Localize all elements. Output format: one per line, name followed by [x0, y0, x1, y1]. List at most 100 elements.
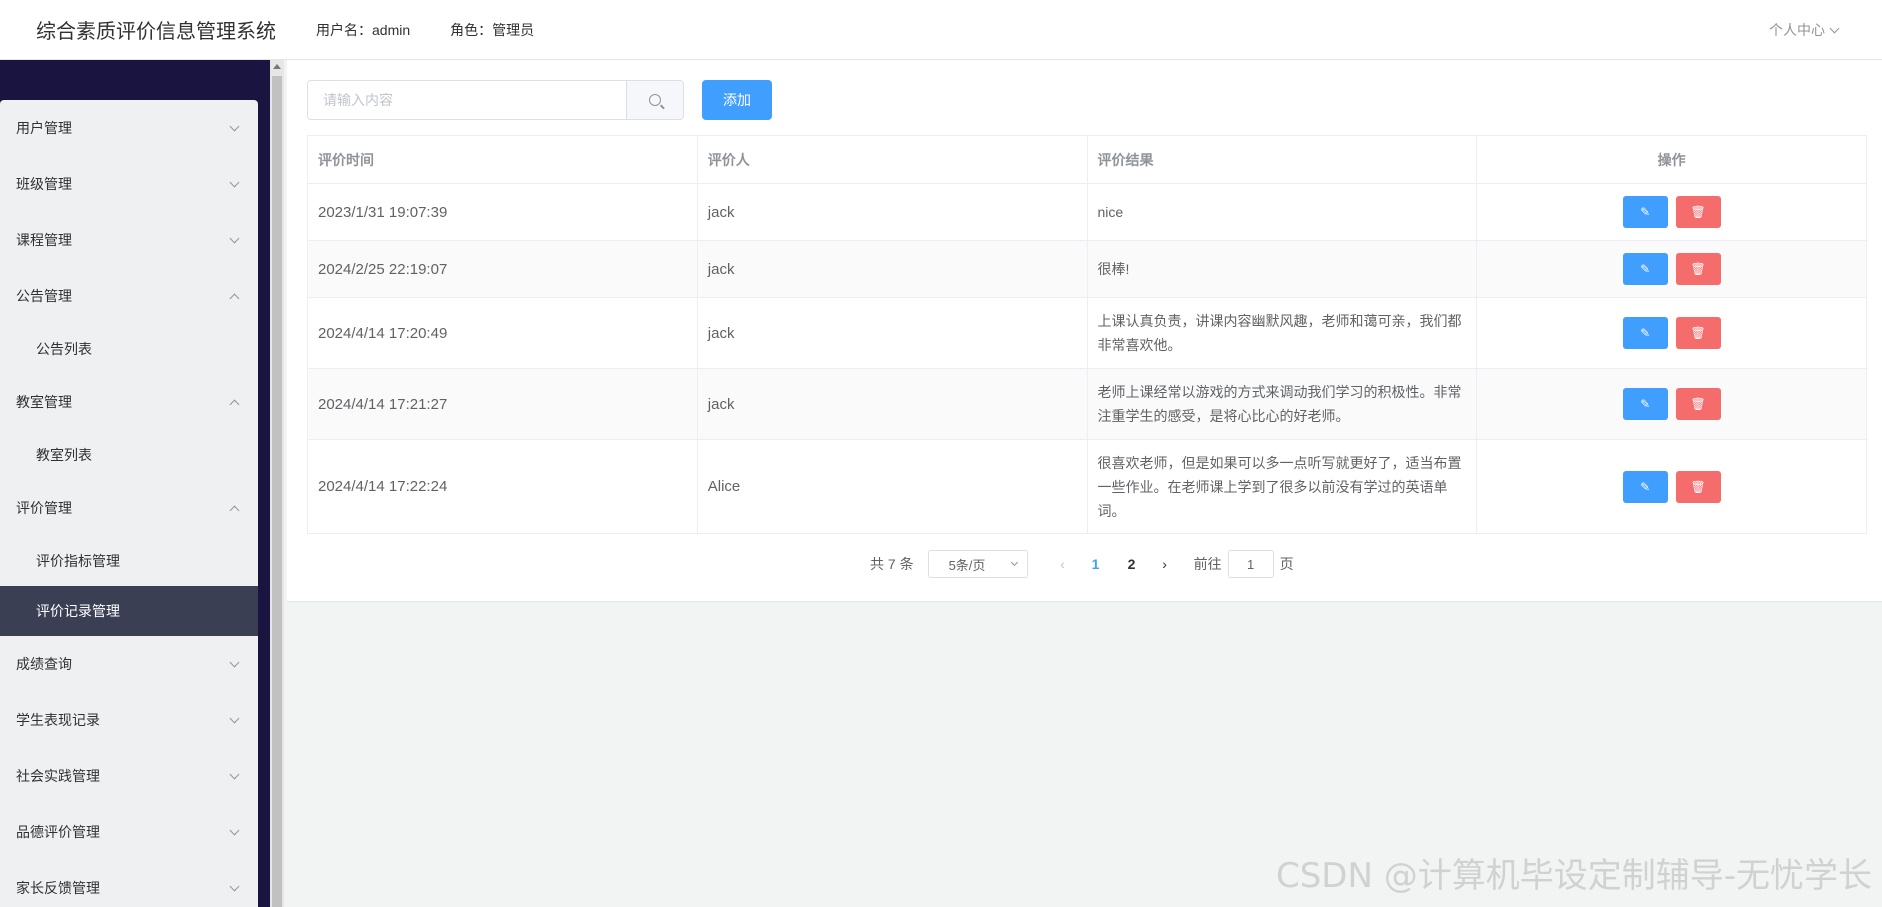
trash-icon: 🗑	[1690, 205, 1706, 219]
delete-button[interactable]: 🗑	[1675, 317, 1721, 349]
page-number[interactable]: 1	[1078, 556, 1114, 572]
chevron-down-icon	[229, 233, 240, 243]
chevron-up-icon	[229, 505, 240, 515]
goto-label: 前往	[1193, 556, 1222, 572]
table-row: 2024/4/14 17:20:49 jack 上课认真负责，讲课内容幽默风趣，…	[307, 297, 1867, 369]
watermark-text: CSDN @计算机毕设定制辅导-无忧学长	[1275, 856, 1872, 896]
trash-icon: 🗑	[1690, 479, 1706, 494]
column-header-evaluator[interactable]: 评价人	[696, 135, 1088, 184]
sidebar-item-class-management[interactable]: 班级管理	[0, 156, 258, 212]
edit-icon: ✎	[1640, 326, 1651, 340]
sidebar-item-social-practice[interactable]: 社会实践管理	[0, 748, 258, 804]
prev-page-button[interactable]: ‹	[1048, 556, 1078, 572]
sidebar-item-user-management[interactable]: 用户管理	[0, 100, 258, 156]
sidebar-item-label: 社会实践管理	[16, 768, 100, 784]
column-header-actions: 操作	[1476, 135, 1867, 184]
sidebar-item-moral-evaluation[interactable]: 品德评价管理	[0, 804, 258, 860]
edit-button[interactable]: ✎	[1622, 196, 1668, 228]
edit-button[interactable]: ✎	[1622, 253, 1668, 285]
cell-actions: ✎ 🗑	[1476, 368, 1867, 440]
sidebar-item-label: 评价指标管理	[36, 553, 120, 569]
sidebar-item-classroom-management[interactable]: 教室管理	[0, 374, 258, 430]
cell-evaluator: Alice	[696, 439, 1088, 534]
chevron-down-icon	[229, 769, 240, 779]
personal-center-menu[interactable]: 个人中心	[1769, 20, 1840, 40]
delete-button[interactable]: 🗑	[1675, 388, 1721, 420]
add-button[interactable]: 添加	[702, 80, 772, 120]
sidebar-item-student-performance[interactable]: 学生表现记录	[0, 692, 258, 748]
sidebar-item-label: 课程管理	[16, 232, 72, 248]
page-suffix-label: 页	[1279, 556, 1294, 572]
chevron-down-icon	[229, 657, 240, 667]
top-header: 综合素质评价信息管理系统 用户名：admin 角色：管理员 个人中心	[0, 0, 1882, 60]
delete-button[interactable]: 🗑	[1675, 196, 1721, 228]
sidebar-menu: 用户管理 班级管理 课程管理 公告管理 公告列表 教室管理 教室列表 评价管理 …	[0, 100, 258, 907]
next-page-button[interactable]: ›	[1150, 556, 1180, 572]
sidebar-item-course-management[interactable]: 课程管理	[0, 212, 258, 268]
sidebar-item-label: 公告列表	[36, 341, 92, 357]
page-size-value: 5条/页	[948, 557, 986, 573]
cell-actions: ✎ 🗑	[1476, 240, 1867, 298]
edit-icon: ✎	[1640, 479, 1651, 494]
search-icon	[649, 94, 661, 106]
edit-icon: ✎	[1640, 205, 1651, 219]
scroll-up-arrow-icon[interactable]	[273, 64, 281, 69]
sidebar-subitem-classroom-list[interactable]: 教室列表	[0, 430, 258, 480]
cell-time: 2024/4/14 17:20:49	[307, 297, 698, 369]
sidebar-item-label: 家长反馈管理	[16, 880, 100, 896]
sidebar-item-parent-feedback[interactable]: 家长反馈管理	[0, 860, 258, 907]
personal-center-label: 个人中心	[1769, 22, 1825, 38]
trash-icon: 🗑	[1690, 397, 1706, 411]
page-number[interactable]: 2	[1114, 556, 1150, 572]
trash-icon: 🗑	[1690, 262, 1706, 276]
chevron-down-icon	[229, 825, 240, 835]
column-header-result[interactable]: 评价结果	[1086, 135, 1478, 184]
search-box	[307, 80, 684, 120]
search-input[interactable]	[308, 81, 626, 119]
cell-evaluator: jack	[696, 183, 1088, 241]
sidebar-item-label: 成绩查询	[16, 656, 72, 672]
table-row: 2024/4/14 17:21:27 jack 老师上课经常以游戏的方式来调动我…	[307, 368, 1867, 440]
trash-icon: 🗑	[1690, 326, 1706, 340]
edit-button[interactable]: ✎	[1622, 388, 1668, 420]
cell-result: 老师上课经常以游戏的方式来调动我们学习的积极性。非常注重学生的感受，是将心比心的…	[1086, 368, 1478, 440]
delete-button[interactable]: 🗑	[1675, 253, 1721, 285]
column-header-time[interactable]: 评价时间	[307, 135, 698, 184]
search-button[interactable]	[626, 81, 683, 119]
sidebar-item-label: 品德评价管理	[16, 824, 100, 840]
table-row: 2023/1/31 19:07:39 jack nice ✎ 🗑	[307, 183, 1867, 241]
cell-time: 2023/1/31 19:07:39	[307, 183, 698, 241]
sidebar-subitem-notice-list[interactable]: 公告列表	[0, 324, 258, 374]
cell-evaluator: jack	[696, 297, 1088, 369]
edit-icon: ✎	[1640, 262, 1651, 276]
cell-result: 上课认真负责，讲课内容幽默风趣，老师和蔼可亲，我们都非常喜欢他。	[1086, 297, 1478, 369]
cell-evaluator: jack	[696, 368, 1088, 440]
username-label: 用户名：admin	[316, 21, 411, 38]
sidebar-item-score-query[interactable]: 成绩查询	[0, 636, 258, 692]
sidebar-scrollbar[interactable]	[270, 60, 284, 907]
cell-time: 2024/4/14 17:21:27	[307, 368, 698, 440]
sidebar-subitem-evaluation-records[interactable]: 评价记录管理	[0, 586, 258, 636]
sidebar-item-label: 公告管理	[16, 288, 72, 304]
sidebar-item-label: 评价管理	[16, 500, 72, 516]
edit-button[interactable]: ✎	[1622, 470, 1668, 503]
pagination: 共 7 条 5条/页 ‹ 1 2 › 前往 页	[870, 550, 1294, 578]
content-card: 添加 评价时间 评价人 评价结果 操作 2023/1/31 19:07:39 j…	[287, 60, 1882, 602]
sidebar-subitem-evaluation-criteria[interactable]: 评价指标管理	[0, 536, 258, 586]
table-row: 2024/4/14 17:22:24 Alice 很喜欢老师，但是如果可以多一点…	[307, 439, 1867, 534]
sidebar-item-evaluation-management[interactable]: 评价管理	[0, 480, 258, 536]
cell-time: 2024/2/25 22:19:07	[307, 240, 698, 298]
scrollbar-thumb[interactable]	[272, 76, 282, 907]
delete-button[interactable]: 🗑	[1675, 470, 1721, 503]
page-size-select[interactable]: 5条/页	[927, 550, 1028, 578]
cell-result: 很棒!	[1086, 240, 1478, 298]
edit-button[interactable]: ✎	[1622, 317, 1668, 349]
edit-icon: ✎	[1640, 397, 1651, 411]
sidebar-item-label: 教室列表	[36, 447, 92, 463]
cell-result: 很喜欢老师，但是如果可以多一点听写就更好了，适当布置一些作业。在老师课上学到了很…	[1086, 439, 1478, 534]
chevron-down-icon	[229, 121, 240, 131]
sidebar-item-label: 班级管理	[16, 176, 72, 192]
sidebar-item-notice-management[interactable]: 公告管理	[0, 268, 258, 324]
cell-time: 2024/4/14 17:22:24	[307, 439, 698, 534]
goto-page-input[interactable]	[1227, 550, 1274, 578]
